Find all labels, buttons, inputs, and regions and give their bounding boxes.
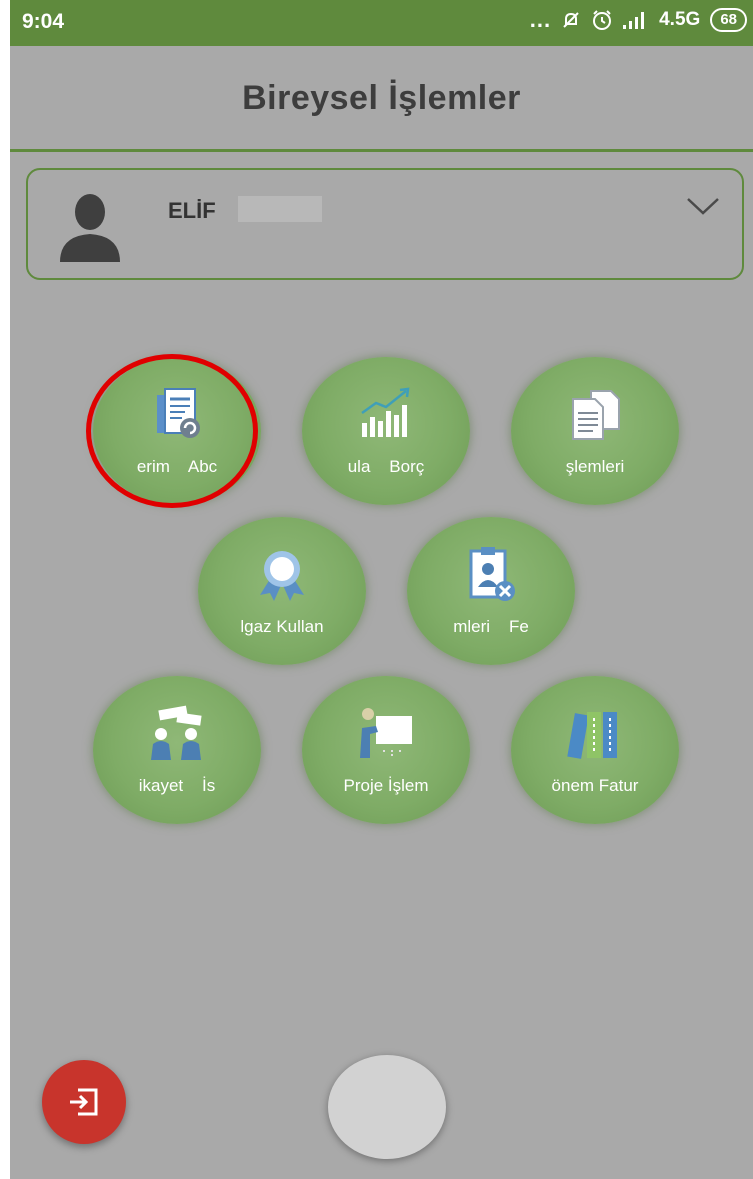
- logout-icon: [70, 1088, 98, 1116]
- page-header: Bireysel İşlemler: [10, 46, 753, 150]
- mute-bell-icon: [563, 12, 579, 28]
- chevron-down-icon[interactable]: [686, 196, 720, 216]
- tile-label: mleri Fe: [453, 617, 529, 636]
- menu-tile-project[interactable]: Proje İşlem: [302, 676, 470, 824]
- logout-button[interactable]: [42, 1060, 126, 1144]
- award-badge-icon: [260, 551, 304, 601]
- tile-label: önem Fatur: [551, 776, 639, 795]
- menu-tile-debt[interactable]: ula Borç: [302, 357, 470, 505]
- tile-label: lgaz Kullan: [240, 617, 324, 636]
- user-name: ELİF: [168, 198, 216, 223]
- menu-tile-operations[interactable]: şlemleri: [511, 357, 679, 505]
- highlight-ring: [86, 354, 258, 508]
- id-card-cancel-icon: [469, 547, 515, 601]
- page-title: Bireysel İşlemler: [242, 78, 521, 117]
- tile-label: Proje İşlem: [343, 776, 429, 795]
- menu-tile-period-invoice[interactable]: önem Fatur: [511, 676, 679, 824]
- tile-label: şlemleri: [565, 457, 625, 476]
- header-divider: [10, 149, 753, 152]
- status-bar: 9:04 ... 4.5G 68: [10, 0, 753, 46]
- signal-icon: [623, 12, 645, 29]
- notification-dots: ...: [529, 7, 552, 32]
- presentation-board-icon: [360, 708, 412, 758]
- menu-tile-gas-usage[interactable]: lgaz Kullan: [198, 517, 366, 665]
- home-button[interactable]: [328, 1055, 446, 1159]
- tile-label: ikayet İs: [138, 776, 216, 795]
- redacted-surname: [238, 196, 322, 222]
- menu-tile-complaint[interactable]: ikayet İs: [93, 676, 261, 824]
- tile-label: ula Borç: [347, 457, 425, 476]
- status-indicators: ... 4.5G 68: [530, 8, 747, 32]
- documents-copy-icon: [572, 390, 620, 440]
- people-discussion-icon: [151, 705, 202, 760]
- alarm-clock-icon: [593, 10, 612, 30]
- binders-icon: [567, 712, 617, 759]
- bar-chart-growth-icon: [361, 387, 410, 437]
- user-selector[interactable]: ELİF: [26, 168, 744, 280]
- app-screen: 9:04 ... 4.5G 68 Bireysel İşlemler ELİF …: [10, 0, 753, 1179]
- battery-level: 68: [710, 8, 747, 32]
- network-type: 4.5G: [659, 9, 701, 30]
- user-avatar-icon: [60, 194, 120, 262]
- status-time: 9:04: [22, 10, 65, 33]
- menu-tile-termination[interactable]: mleri Fe: [407, 517, 575, 665]
